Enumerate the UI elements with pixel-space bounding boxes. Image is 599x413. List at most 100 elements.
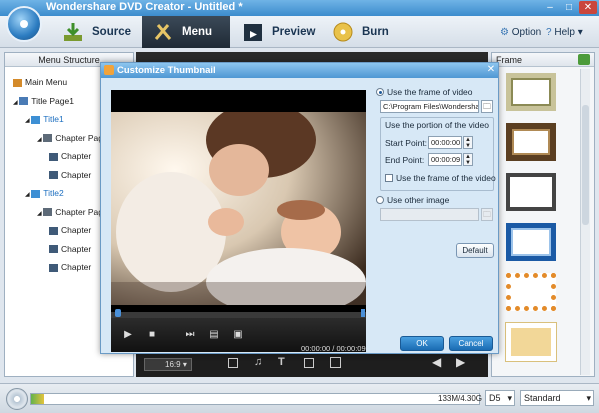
default-button[interactable]: Default bbox=[456, 243, 494, 258]
video-preview: ▶ ■ ⏭ ▤ ▣ 00:00:00 / 00:00:09 bbox=[111, 90, 366, 353]
seek-start-handle[interactable] bbox=[115, 309, 121, 317]
tree-item[interactable]: ◢ Title Page1 bbox=[13, 96, 74, 106]
use-frame-checkbox[interactable] bbox=[385, 174, 393, 182]
frame-panel: Frame bbox=[491, 52, 595, 377]
tree-item-label: Chapter bbox=[61, 225, 92, 235]
tree-item-label: Title2 bbox=[43, 188, 64, 198]
option-link[interactable]: ⚙ Option bbox=[500, 27, 541, 38]
tree-item[interactable]: Main Menu bbox=[13, 77, 67, 87]
tree-item[interactable]: ◢ Title1 bbox=[25, 114, 64, 124]
end-point-stepper[interactable]: ▲ ▼ bbox=[463, 153, 473, 166]
disc-icon bbox=[6, 388, 28, 410]
use-frame-radio[interactable] bbox=[376, 88, 384, 96]
chapter-icon[interactable] bbox=[304, 358, 314, 368]
aspect-ratio-value: 16:9 bbox=[165, 360, 181, 369]
text-icon[interactable]: T bbox=[278, 356, 285, 368]
ok-button[interactable]: OK bbox=[400, 336, 444, 351]
stop-icon[interactable]: ■ bbox=[145, 328, 159, 342]
minimize-button[interactable]: – bbox=[541, 1, 559, 14]
customize-thumbnail-dialog: Customize Thumbnail ✕ ▶ ■ ⏭ ▤ ▣ 00:00:00… bbox=[100, 62, 499, 354]
snapshot-icon[interactable]: ▤ bbox=[207, 328, 221, 342]
chapter-icon bbox=[49, 226, 58, 235]
play-icon[interactable]: ▶ bbox=[121, 328, 135, 342]
thumbnail-icon[interactable] bbox=[228, 358, 238, 368]
tree-item[interactable]: Chapter bbox=[49, 151, 91, 161]
chevron-down-icon: ▾ bbox=[586, 393, 591, 403]
chapter-icon bbox=[49, 152, 58, 161]
menu-edit-toolbar: 16:9 ▾ ♫ T ◀ ▶ bbox=[136, 352, 488, 377]
arrow-left-icon[interactable]: ◀ bbox=[432, 355, 441, 369]
wrench-tools-icon bbox=[154, 24, 172, 40]
browse-folder-icon[interactable]: 🗀 bbox=[481, 208, 493, 221]
frame-thumbnail[interactable] bbox=[506, 123, 556, 161]
arrow-right-icon[interactable]: ▶ bbox=[456, 355, 465, 369]
tree-item-label: Chapter bbox=[61, 151, 92, 161]
start-point-input[interactable]: 00:00:00 bbox=[428, 136, 462, 149]
fast-forward-icon[interactable]: ⏭ bbox=[183, 328, 197, 342]
cancel-button[interactable]: Cancel bbox=[449, 336, 493, 351]
set-frame-icon[interactable]: ▣ bbox=[231, 328, 245, 342]
video-path-field[interactable]: C:\Program Files\Wondershare\DVD C bbox=[380, 100, 479, 113]
tree-item[interactable]: Chapter bbox=[49, 225, 91, 235]
tab-preview-label: Preview bbox=[272, 26, 316, 38]
close-button[interactable]: ✕ bbox=[579, 1, 597, 14]
tree-item[interactable]: ◢ Chapter Pag bbox=[37, 207, 103, 217]
video-frame-image bbox=[111, 112, 366, 305]
disc-type-value: D5 bbox=[489, 393, 501, 403]
video-frame-image bbox=[111, 112, 366, 305]
home-icon bbox=[13, 78, 22, 87]
tree-item-label: Chapter Pag bbox=[55, 132, 104, 143]
frame-thumbnail[interactable] bbox=[506, 223, 556, 261]
dialog-close-icon[interactable]: ✕ bbox=[485, 64, 497, 76]
tree-item-label: Chapter bbox=[61, 262, 92, 272]
aspect-ratio-select[interactable]: 16:9 ▾ bbox=[144, 358, 192, 371]
music-icon[interactable]: ♫ bbox=[254, 356, 262, 368]
tree-item[interactable]: Chapter bbox=[49, 170, 91, 180]
tree-item[interactable]: Chapter bbox=[49, 262, 91, 272]
frame-thumbnail[interactable] bbox=[506, 173, 556, 211]
end-point-input[interactable]: 00:00:09 bbox=[428, 153, 462, 166]
quality-select[interactable]: Standard ▾ bbox=[520, 390, 594, 406]
tree-item-label: Chapter bbox=[61, 243, 92, 254]
tree-item[interactable]: Chapter bbox=[49, 244, 91, 254]
dialog-app-icon bbox=[104, 65, 114, 75]
frame-panel-scrollbar[interactable] bbox=[580, 69, 590, 375]
disc-burn-icon bbox=[333, 22, 353, 42]
use-frame-check-label: Use the frame of the video bbox=[396, 173, 496, 183]
maximize-button[interactable]: □ bbox=[560, 1, 578, 14]
frame-thumbnail[interactable] bbox=[506, 73, 556, 111]
chevron-down-icon: ▾ bbox=[507, 393, 512, 403]
browse-folder-icon[interactable]: 🗀 bbox=[481, 100, 493, 113]
film-icon bbox=[43, 208, 53, 217]
seek-end-handle[interactable] bbox=[361, 309, 365, 317]
tab-preview[interactable]: Preview bbox=[232, 16, 322, 48]
frame-thumbnail[interactable] bbox=[506, 273, 556, 311]
option-label: Option bbox=[511, 27, 542, 38]
app-logo-icon[interactable] bbox=[6, 6, 42, 42]
tab-source[interactable]: Source bbox=[52, 16, 142, 48]
tree-item[interactable]: ◢ Chapter Pag bbox=[37, 133, 103, 143]
tree-item-label: Title Page1 bbox=[31, 95, 74, 106]
app-title: Wondershare DVD Creator - Untitled * bbox=[46, 1, 243, 13]
clapperboard-icon bbox=[244, 24, 262, 41]
help-menu[interactable]: ? Help ▾ bbox=[546, 27, 583, 38]
tree-item-label: Chapter Pag bbox=[55, 206, 104, 217]
tree-item[interactable]: ◢ Title2 bbox=[25, 188, 64, 198]
tab-burn[interactable]: Burn bbox=[322, 16, 412, 48]
disc-type-select[interactable]: D5 ▾ bbox=[485, 390, 515, 406]
frame-thumbnail[interactable] bbox=[506, 323, 556, 361]
use-other-image-radio[interactable] bbox=[376, 196, 384, 204]
tab-menu[interactable]: Menu bbox=[142, 16, 230, 48]
folder-icon bbox=[31, 115, 41, 124]
start-point-stepper[interactable]: ▲ ▼ bbox=[463, 136, 473, 149]
tab-burn-label: Burn bbox=[362, 26, 389, 38]
edit-frame-icon[interactable] bbox=[330, 357, 341, 368]
chapter-icon bbox=[49, 263, 58, 272]
download-frame-icon[interactable] bbox=[578, 54, 590, 65]
help-icon: ? bbox=[546, 27, 552, 38]
end-point-label: End Point: bbox=[385, 155, 425, 165]
other-image-path-field[interactable] bbox=[380, 208, 479, 221]
video-timecode: 00:00:00 / 00:00:09 bbox=[301, 344, 366, 353]
portion-label: Use the portion of the video bbox=[385, 120, 489, 130]
dialog-title: Customize Thumbnail bbox=[101, 63, 498, 78]
